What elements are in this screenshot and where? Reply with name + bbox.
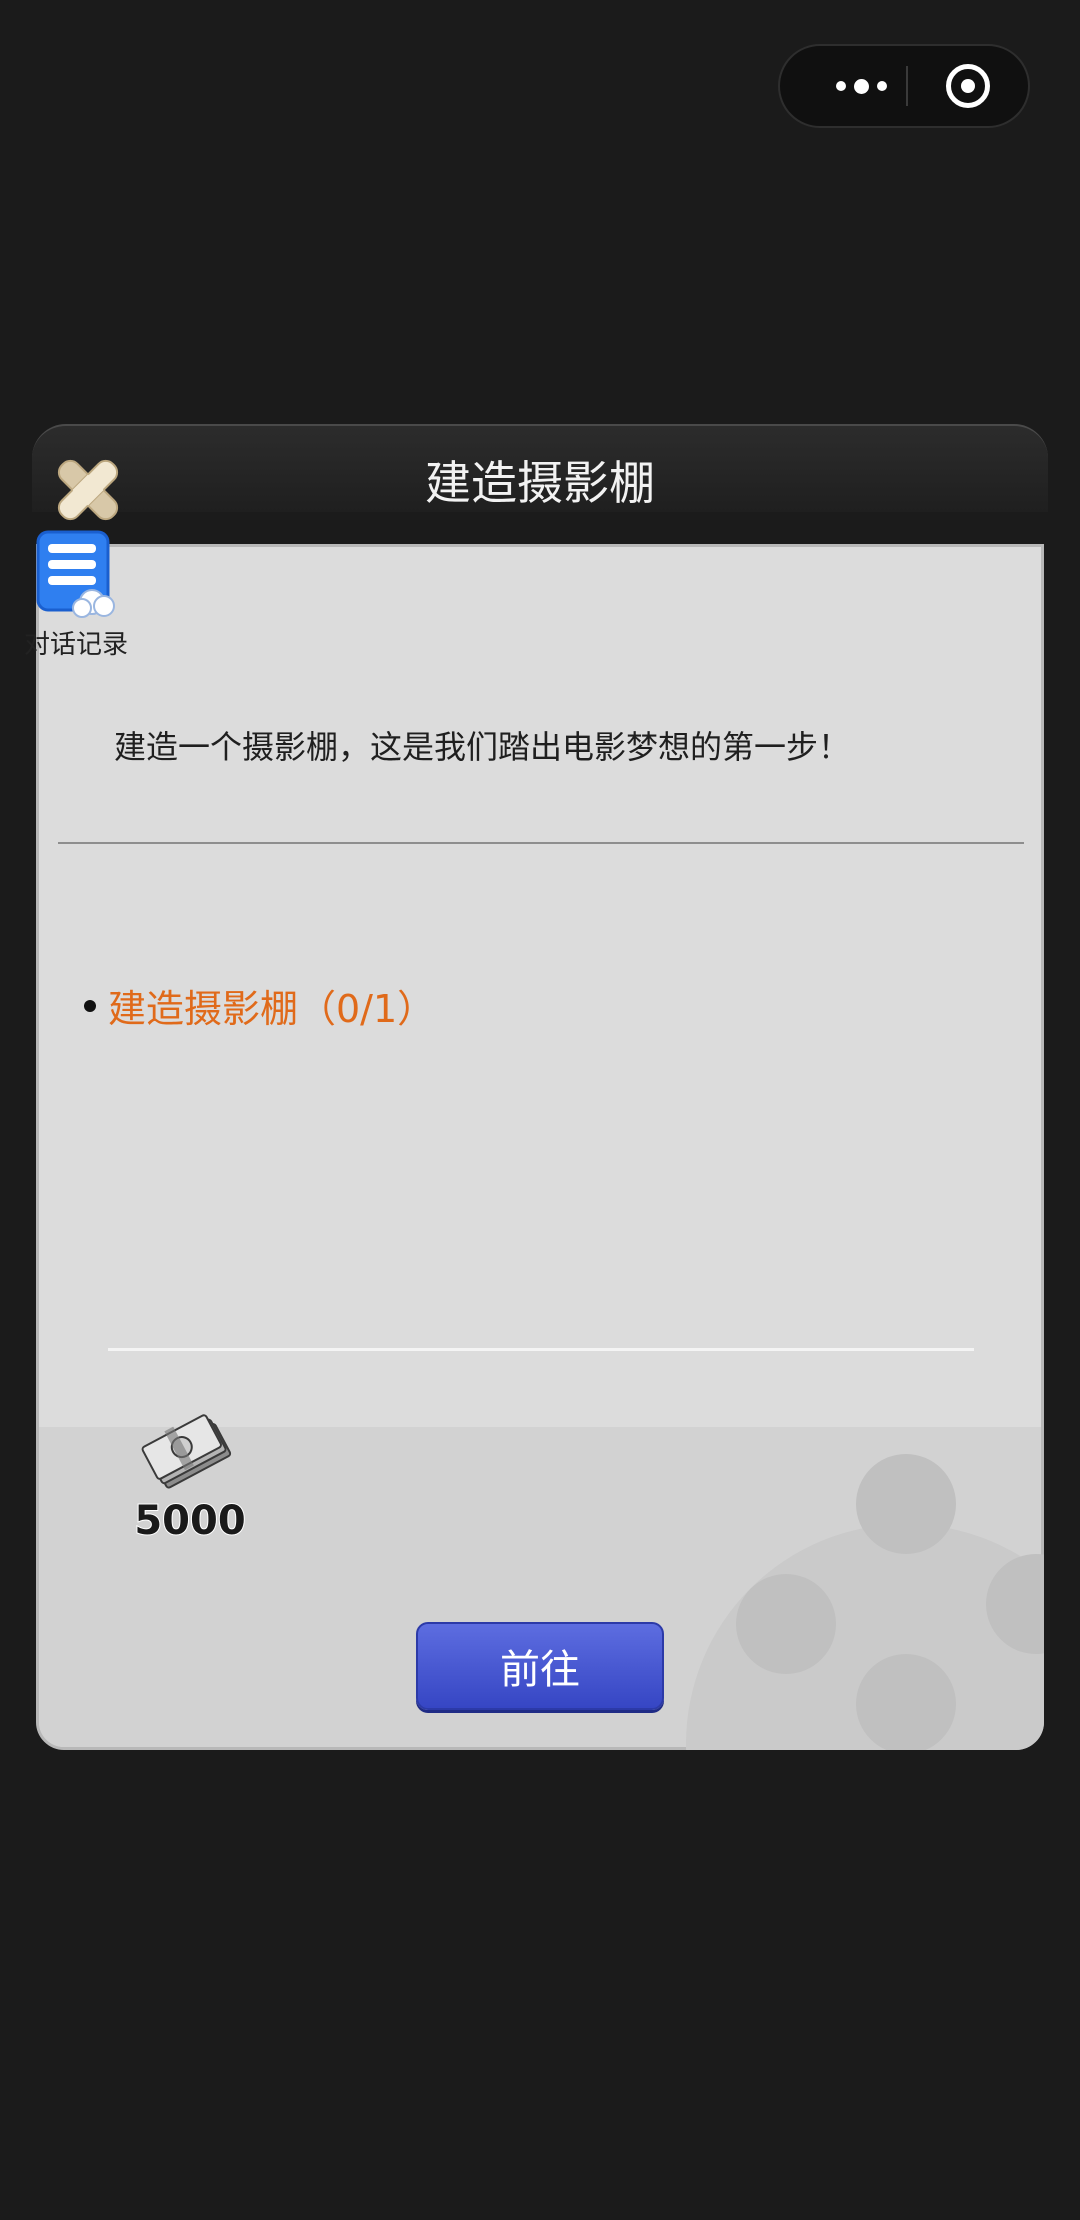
dot-1 <box>835 81 846 91</box>
target-circle-icon[interactable] <box>946 64 990 108</box>
more-dots-icon[interactable] <box>816 46 906 126</box>
quest-description: 建造一个摄影棚，这是我们踏出电影梦想的第一步！ <box>114 728 851 766</box>
screen: 建造摄影棚 对话记录 建造一个摄影棚，这是我们踏出电影梦想的第一步！ 建造摄影棚… <box>0 0 1080 2220</box>
chat-log-button[interactable]: 对话记录 <box>18 530 134 661</box>
dot-2 <box>853 78 869 94</box>
capsule-menu <box>778 44 1030 128</box>
chat-log-label: 对话记录 <box>23 630 128 660</box>
chat-log-svg <box>36 530 115 618</box>
build-studio-dialog: 建造摄影棚 <box>32 424 1048 1752</box>
divider-bottom <box>108 1348 974 1351</box>
close-x-svg <box>57 459 119 521</box>
target-circle-center <box>961 79 975 93</box>
divider-top <box>58 842 1024 844</box>
quest-objective: 建造摄影棚（0/1） <box>84 978 435 1033</box>
bullet-icon <box>84 999 96 1012</box>
reward-amount: 5000 <box>133 1497 246 1545</box>
chat-log-icon <box>36 530 116 620</box>
go-button[interactable]: 前往 <box>416 1622 664 1710</box>
dialog-title: 建造摄影棚 <box>425 456 655 510</box>
objective-text: 建造摄影棚（0/1） <box>108 987 436 1031</box>
capsule-divider <box>906 66 908 106</box>
close-x-icon[interactable] <box>50 452 126 528</box>
reward-item: 5000 <box>130 1404 250 1545</box>
cash-stack-icon <box>141 1414 232 1489</box>
dot-3 <box>876 81 887 91</box>
